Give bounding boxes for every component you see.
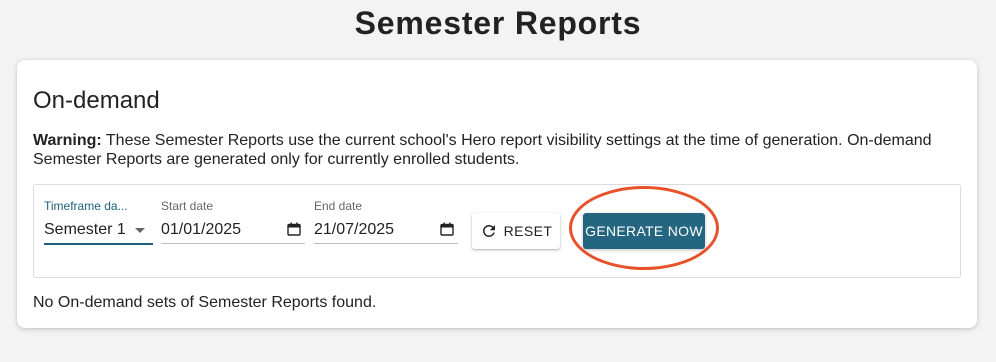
reset-label: RESET: [503, 223, 553, 239]
start-date-label: Start date: [161, 199, 214, 213]
on-demand-card: On-demand Warning: These Semester Report…: [17, 60, 977, 328]
timeframe-underline: [44, 243, 153, 245]
timeframe-label: Timeframe da...: [44, 199, 128, 213]
end-date-field[interactable]: End date 21/07/2025: [314, 199, 458, 244]
page: Semester Reports On-demand Warning: Thes…: [0, 0, 996, 362]
warning-message: Warning: These Semester Reports use the …: [33, 131, 973, 169]
end-date-input[interactable]: 21/07/2025: [314, 218, 458, 244]
generate-now-button[interactable]: GENERATE NOW: [583, 213, 705, 249]
reset-button[interactable]: RESET: [472, 213, 560, 249]
refresh-icon: [482, 224, 495, 237]
calendar-icon[interactable]: [287, 222, 301, 236]
timeframe-value: Semester 1: [44, 221, 126, 238]
calendar-icon[interactable]: [440, 222, 454, 236]
section-title: On-demand: [33, 87, 160, 114]
end-date-label: End date: [314, 199, 363, 213]
warning-text: These Semester Reports use the current s…: [33, 132, 932, 168]
start-date-underline: [161, 243, 305, 244]
start-date-input[interactable]: 01/01/2025: [161, 218, 305, 244]
filter-panel: Timeframe da... Semester 1 Start date 01…: [33, 184, 961, 278]
timeframe-select[interactable]: Timeframe da... Semester 1: [44, 199, 153, 245]
end-date-underline: [314, 243, 458, 244]
page-title: Semester Reports: [354, 5, 642, 41]
timeframe-value-wrap[interactable]: Semester 1: [44, 218, 153, 245]
warning-label: Warning:: [33, 132, 102, 149]
empty-state-message: No On-demand sets of Semester Reports fo…: [33, 294, 377, 311]
start-date-value: 01/01/2025: [161, 221, 242, 238]
end-date-value: 21/07/2025: [314, 221, 395, 238]
start-date-field[interactable]: Start date 01/01/2025: [161, 199, 305, 244]
dropdown-arrow-icon[interactable]: [135, 228, 145, 233]
